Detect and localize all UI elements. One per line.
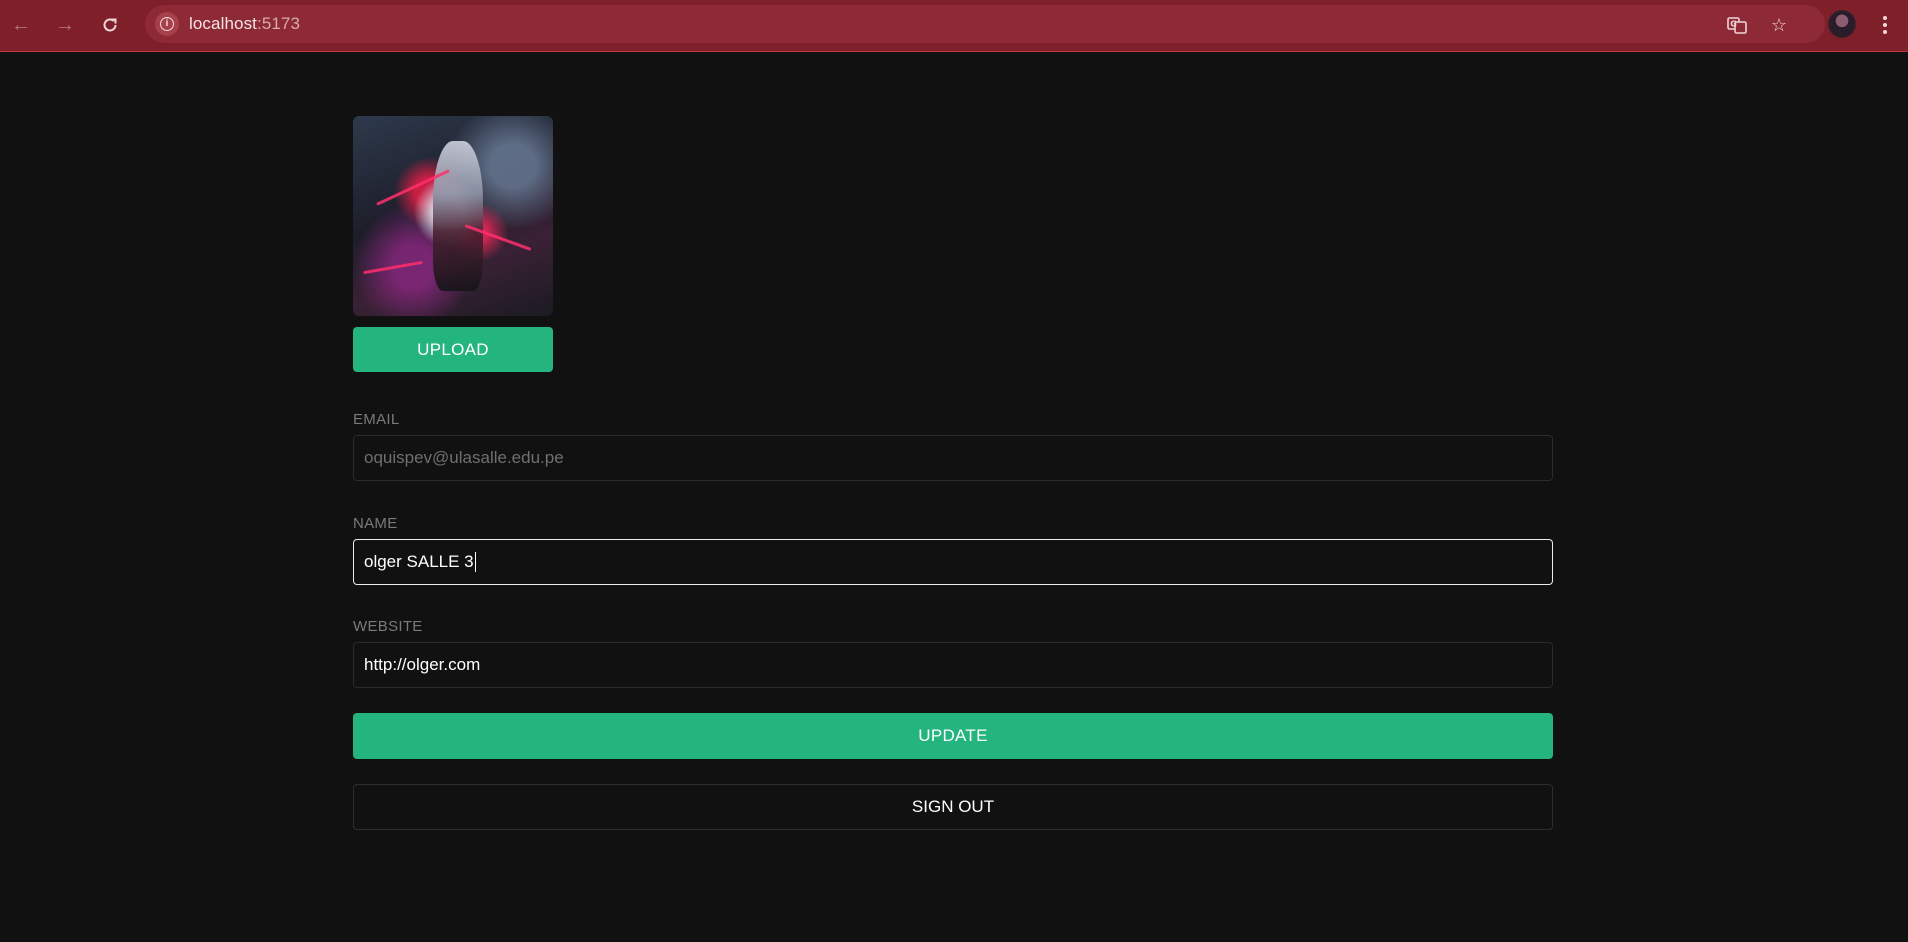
profile-avatar-button[interactable] [1828,10,1856,38]
email-field-group: EMAIL oquispev@ulasalle.edu.pe [353,411,1553,481]
arrow-right-icon: → [55,13,75,36]
translate-icon: G [1727,17,1747,34]
sign-out-button[interactable]: SIGN OUT [353,784,1553,830]
forward-button[interactable]: → [50,10,80,40]
browser-menu-button[interactable] [1872,10,1898,40]
website-field[interactable]: http://olger.com [353,642,1553,688]
account-form: UPLOAD EMAIL oquispev@ulasalle.edu.pe NA… [353,116,1553,830]
url-host: localhost [189,14,257,33]
name-value: olger SALLE 3 [364,552,474,571]
name-field[interactable]: olger SALLE 3 [353,539,1553,585]
kebab-dot [1883,30,1887,34]
email-field[interactable]: oquispev@ulasalle.edu.pe [353,435,1553,481]
name-field-group: NAME olger SALLE 3 [353,515,1553,585]
reload-button[interactable] [95,10,125,40]
star-icon: ☆ [1770,14,1788,35]
svg-text:G: G [1730,20,1737,29]
avatar-figure-shape [433,141,483,291]
kebab-dot [1883,23,1887,27]
update-button[interactable]: UPDATE [353,713,1553,759]
url-text: localhost:5173 [189,14,300,34]
url-port: :5173 [257,14,301,33]
avatar-streak [363,260,423,275]
name-label: NAME [353,515,398,532]
back-button[interactable]: ← [6,10,36,40]
kebab-menu-icon [1883,16,1887,20]
browser-toolbar: ← → i localhost:5173 G ☆ [0,0,1908,52]
email-label: EMAIL [353,411,400,428]
website-label: WEBSITE [353,618,423,635]
upload-button[interactable]: UPLOAD [353,327,553,372]
reload-icon [103,18,117,32]
info-icon: i [160,17,174,31]
translate-button[interactable]: G [1725,13,1749,37]
bookmark-button[interactable]: ☆ [1767,13,1791,37]
site-info-button[interactable]: i [155,12,179,36]
arrow-left-icon: ← [11,13,31,36]
text-caret [474,552,476,572]
address-bar[interactable]: i localhost:5173 G ☆ [145,5,1825,43]
profile-avatar-image [353,116,553,316]
website-field-group: WEBSITE http://olger.com [353,618,1553,688]
